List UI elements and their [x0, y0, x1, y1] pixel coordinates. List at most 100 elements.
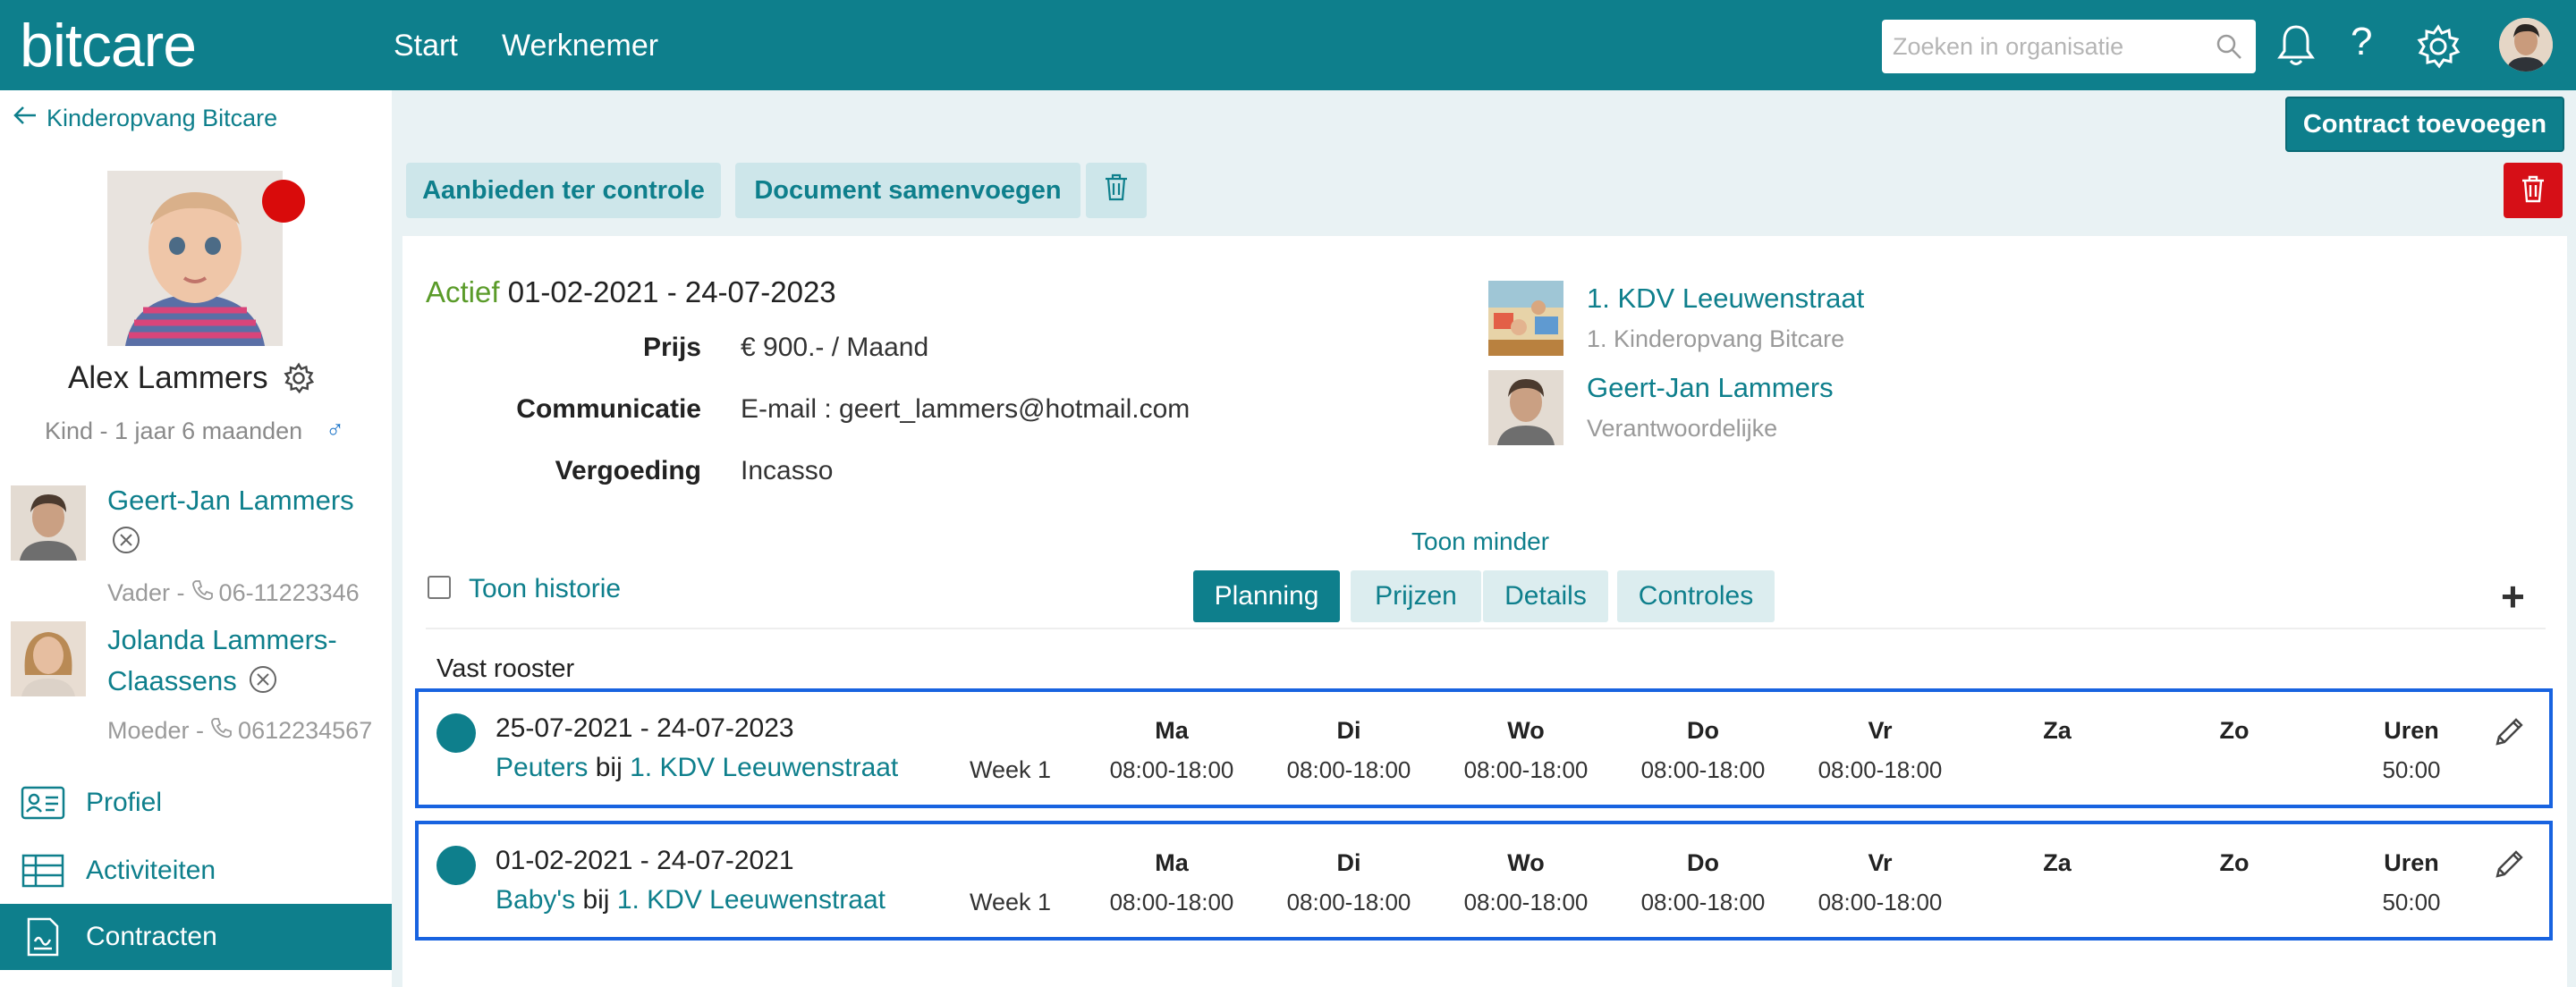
parent-name[interactable]: Geert-Jan Lammers: [107, 480, 354, 521]
help-icon[interactable]: ?: [2351, 20, 2372, 64]
tab-details[interactable]: Details: [1483, 570, 1608, 622]
toon-minder-link[interactable]: Toon minder: [1411, 527, 1549, 556]
remove-icon[interactable]: [111, 525, 141, 555]
vergoeding-label: Vergoeding: [555, 456, 701, 485]
day-header: Wo: [1507, 717, 1545, 744]
merge-document-button[interactable]: Document samenvoegen: [735, 163, 1080, 218]
week-label: Week 1: [970, 889, 1052, 915]
vergoeding-value: Incasso: [741, 456, 834, 485]
contract-icon: [0, 916, 86, 957]
contract-period: Actief 01-02-2021 - 24-07-2023: [426, 275, 836, 309]
day-time: 08:00-18:00: [1286, 756, 1411, 783]
search-input[interactable]: [1893, 29, 2197, 64]
location-link[interactable]: 1. KDV Leeuwenstraat: [617, 885, 886, 915]
day-time: 08:00-18:00: [1109, 889, 1234, 915]
location-name[interactable]: 1. KDV Leeuwenstraat: [1587, 283, 1864, 315]
row-dates: 01-02-2021 - 24-07-2021: [496, 846, 794, 875]
nav-werknemer[interactable]: Werknemer: [502, 29, 658, 63]
user-avatar[interactable]: [2499, 18, 2553, 72]
sidebar-item-label: Activiteiten: [86, 856, 216, 885]
pencil-icon[interactable]: [2492, 715, 2526, 754]
day-time: 08:00-18:00: [1640, 889, 1766, 915]
sidebar-item-contracten[interactable]: Contracten: [0, 904, 392, 970]
hours-header: Uren: [2384, 717, 2439, 744]
day-header: Ma: [1155, 717, 1189, 744]
add-contract-button[interactable]: Contract toevoegen: [2285, 97, 2564, 152]
phone-icon: [209, 716, 233, 746]
sidebar-item-label: Profiel: [86, 788, 163, 817]
week-label: Week 1: [970, 756, 1052, 783]
parent-name-line2[interactable]: Claassens: [107, 661, 237, 702]
remove-icon[interactable]: [248, 664, 278, 695]
parent-photo: [11, 621, 86, 696]
child-name: Alex Lammers: [68, 360, 268, 395]
day-header: Do: [1687, 849, 1719, 876]
day-header: Di: [1336, 717, 1361, 744]
gear-icon[interactable]: [2415, 23, 2462, 74]
day-time: 08:00-18:00: [1109, 756, 1234, 783]
day-time: 08:00-18:00: [1818, 889, 1943, 915]
delete-contract-button[interactable]: [2504, 163, 2563, 218]
parent-photo: [11, 485, 86, 561]
parent-phone[interactable]: 06-11223346: [219, 579, 360, 607]
toon-historie-label[interactable]: Toon historie: [469, 574, 621, 604]
day-time: 08:00-18:00: [1640, 756, 1766, 783]
parent-name-line1[interactable]: Jolanda Lammers-: [107, 620, 337, 661]
search-icon[interactable]: [2215, 32, 2243, 65]
sidebar-item-label: Contracten: [86, 922, 217, 951]
bitcare-logo[interactable]: bitcare: [20, 11, 197, 80]
responsible-role: Verantwoordelijke: [1587, 415, 1778, 442]
day-time: 08:00-18:00: [1463, 756, 1589, 783]
sidebar-item-activiteiten[interactable]: Activiteiten: [0, 838, 392, 904]
sidebar-item-profiel[interactable]: Profiel: [0, 770, 392, 836]
delete-document-button[interactable]: [1086, 163, 1147, 218]
add-schedule-icon[interactable]: +: [2501, 572, 2525, 620]
responsible-name[interactable]: Geert-Jan Lammers: [1587, 372, 1834, 404]
child-settings-icon[interactable]: [283, 362, 315, 399]
phone-icon: [191, 578, 214, 608]
prijs-label: Prijs: [642, 333, 701, 362]
row-status-dot: [436, 713, 476, 753]
row-group: Peuters bij 1. KDV Leeuwenstraat: [496, 753, 898, 783]
back-link[interactable]: Kinderopvang Bitcare: [13, 105, 277, 132]
day-header: Za: [2043, 849, 2072, 876]
day-header: Vr: [1868, 849, 1893, 876]
tab-controles[interactable]: Controles: [1617, 570, 1775, 622]
day-time: 08:00-18:00: [1463, 889, 1589, 915]
location-organisation: 1. Kinderopvang Bitcare: [1587, 325, 1845, 352]
hours-value: 50:00: [2382, 889, 2441, 915]
group-connector: bij: [595, 753, 623, 782]
parent-contact: Vader - 06-11223346: [107, 578, 360, 608]
group-connector: bij: [582, 885, 610, 915]
parent-phone[interactable]: 0612234567: [238, 717, 372, 745]
back-link-label: Kinderopvang Bitcare: [47, 105, 278, 131]
schedule-row[interactable]: 01-02-2021 - 24-07-2021 Baby's bij 1. KD…: [415, 821, 2553, 941]
day-header: Di: [1336, 849, 1361, 876]
parent-role: Vader -: [107, 579, 185, 606]
parent-contact: Moeder - 0612234567: [107, 716, 372, 746]
parent-role: Moeder -: [107, 717, 205, 744]
tab-planning[interactable]: Planning: [1193, 570, 1340, 622]
row-dates: 25-07-2021 - 24-07-2023: [496, 713, 794, 743]
group-link[interactable]: Baby's: [496, 885, 575, 915]
hours-header: Uren: [2384, 849, 2439, 876]
bell-icon[interactable]: [2275, 23, 2317, 72]
search-box: [1882, 20, 2256, 73]
trash-icon: [1104, 173, 1129, 208]
day-header: Zo: [2219, 717, 2250, 744]
male-icon: ♂: [326, 416, 344, 443]
day-header: Ma: [1155, 849, 1189, 876]
child-photo: [107, 171, 283, 346]
offer-review-button[interactable]: Aanbieden ter controle: [406, 163, 721, 218]
location-link[interactable]: 1. KDV Leeuwenstraat: [630, 753, 898, 782]
nav-start[interactable]: Start: [394, 29, 458, 63]
schedule-row[interactable]: 25-07-2021 - 24-07-2023 Peuters bij 1. K…: [415, 688, 2553, 808]
pencil-icon[interactable]: [2492, 848, 2526, 886]
toon-historie-checkbox[interactable]: [428, 576, 451, 599]
day-time: 08:00-18:00: [1818, 756, 1943, 783]
divider: [426, 628, 2546, 629]
row-status-dot: [436, 846, 476, 885]
period-dates: 01-02-2021 - 24-07-2023: [507, 275, 836, 308]
tab-prijzen[interactable]: Prijzen: [1351, 570, 1481, 622]
group-link[interactable]: Peuters: [496, 753, 588, 782]
